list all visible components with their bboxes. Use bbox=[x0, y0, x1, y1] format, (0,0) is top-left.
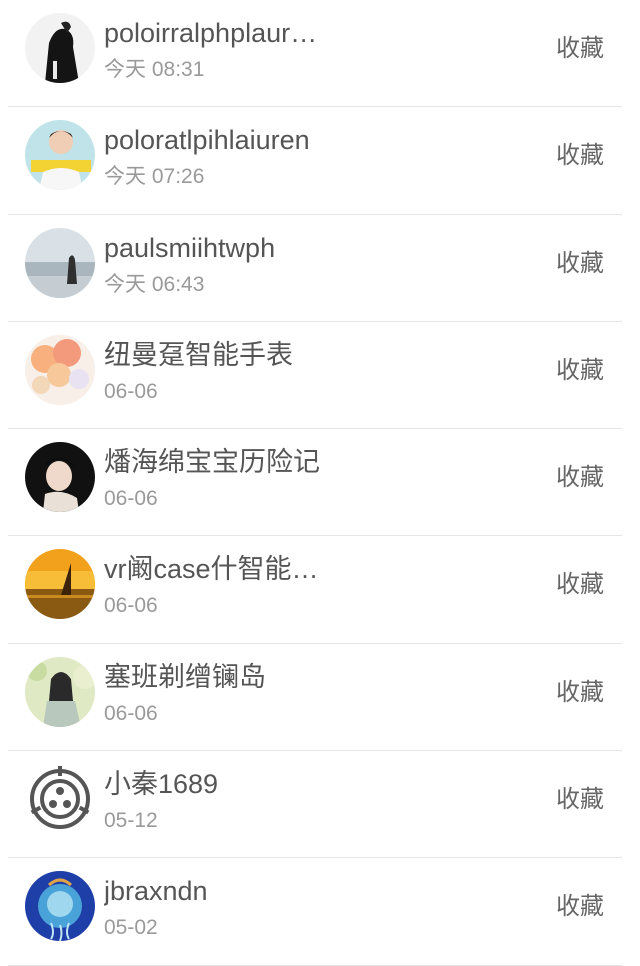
timestamp: 06-06 bbox=[104, 487, 158, 511]
favorite-button[interactable]: 收藏 bbox=[556, 140, 604, 172]
contact-name: 小秦1689 bbox=[104, 769, 219, 800]
favorite-button[interactable]: 收藏 bbox=[556, 248, 604, 280]
contact-name: vr阚case什智能… bbox=[104, 554, 319, 585]
blue-jellyfish-avatar[interactable] bbox=[25, 871, 95, 942]
balloons-avatar[interactable] bbox=[25, 334, 95, 405]
sunset-sailboat-avatar[interactable] bbox=[25, 549, 95, 620]
favorite-button[interactable]: 收藏 bbox=[556, 784, 604, 816]
favorite-button[interactable]: 收藏 bbox=[556, 462, 604, 494]
contact-name: 燔海绵宝宝历险记 bbox=[104, 447, 320, 478]
girl-in-garden-avatar[interactable] bbox=[25, 656, 95, 727]
list-item[interactable]: paulsmiihtwph 今天 06:43 收藏 bbox=[0, 215, 640, 323]
contact-name: 纽曼趸智能手表 bbox=[104, 339, 293, 370]
list-item[interactable]: jbraxndn 05-02 收藏 bbox=[0, 858, 640, 966]
favorite-button[interactable]: 收藏 bbox=[556, 33, 604, 65]
boy-with-banner-avatar[interactable] bbox=[25, 120, 95, 191]
list-item[interactable]: poloirralphplaur… 今天 08:31 收藏 bbox=[0, 0, 640, 108]
timestamp: 今天 06:43 bbox=[104, 272, 205, 296]
woman-portrait-avatar[interactable] bbox=[25, 442, 95, 513]
timestamp: 今天 08:31 bbox=[104, 58, 205, 81]
person-in-black-coat-avatar[interactable] bbox=[25, 13, 95, 83]
contact-name: 塞班剃缯镧岛 bbox=[104, 661, 266, 692]
timestamp: 06-06 bbox=[104, 701, 158, 725]
list-item[interactable]: 小秦1689 05-12 收藏 bbox=[0, 751, 640, 859]
timestamp: 05-12 bbox=[104, 809, 158, 833]
list-item[interactable]: 塞班剃缯镧岛 06-06 收藏 bbox=[0, 644, 640, 752]
scp-logo-avatar[interactable] bbox=[25, 764, 95, 835]
contact-name: jbraxndn bbox=[104, 876, 208, 907]
favorite-button[interactable]: 收藏 bbox=[556, 677, 604, 709]
list-item[interactable]: vr阚case什智能… 06-06 收藏 bbox=[0, 536, 640, 645]
contact-name: paulsmiihtwph bbox=[104, 232, 276, 263]
timestamp: 06-06 bbox=[104, 594, 158, 618]
favorite-button[interactable]: 收藏 bbox=[556, 569, 604, 601]
list-item[interactable]: 燔海绵宝宝历险记 06-06 收藏 bbox=[0, 429, 640, 537]
favorite-button[interactable]: 收藏 bbox=[556, 355, 604, 387]
favorites-list: poloirralphplaur… 今天 08:31 收藏 poloratlpi… bbox=[0, 0, 640, 966]
list-item[interactable]: 纽曼趸智能手表 06-06 收藏 bbox=[0, 322, 640, 430]
timestamp: 05-02 bbox=[104, 916, 158, 940]
favorite-button[interactable]: 收藏 bbox=[556, 891, 604, 923]
contact-name: poloirralphplaur… bbox=[104, 18, 318, 48]
contact-name: poloratlpihlaiuren bbox=[104, 125, 310, 156]
list-item[interactable]: poloratlpihlaiuren 今天 07:26 收藏 bbox=[0, 107, 640, 215]
timestamp: 06-06 bbox=[104, 379, 158, 403]
girl-at-seaside-avatar[interactable] bbox=[25, 227, 95, 298]
timestamp: 今天 07:26 bbox=[104, 165, 205, 189]
